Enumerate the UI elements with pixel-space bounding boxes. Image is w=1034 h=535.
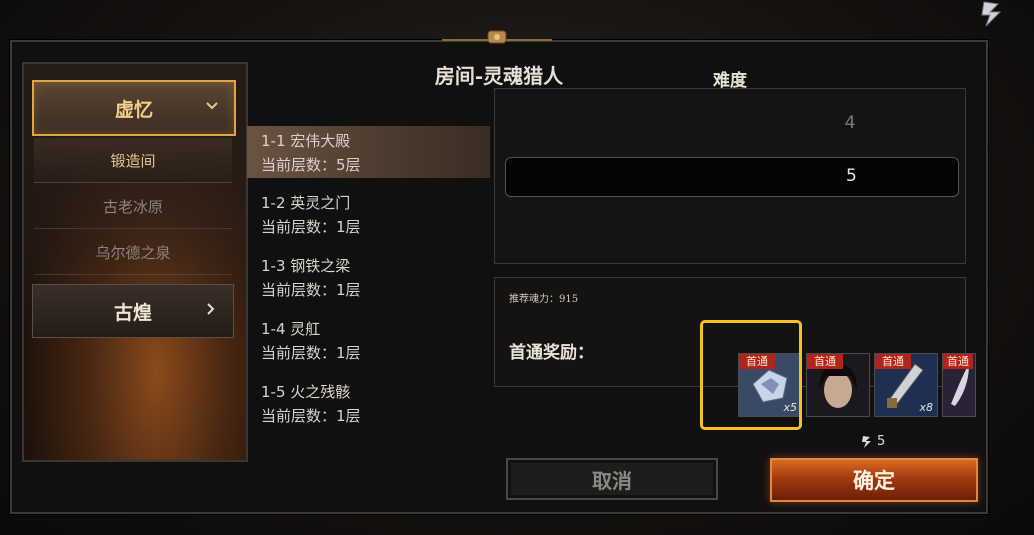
- level-floors: 当前层数：1层: [261, 281, 361, 299]
- region-item-label: 乌尔德之泉: [95, 243, 171, 262]
- level-name: 1-2 英灵之门: [261, 194, 351, 212]
- level-name: 1-4 灵舡: [261, 320, 321, 338]
- difficulty-option[interactable]: 4: [495, 113, 965, 133]
- difficulty-selected-value: 5: [846, 166, 857, 186]
- first-clear-tag: 首通: [875, 354, 911, 369]
- chevron-down-icon: [206, 102, 218, 110]
- region-group-guhuang[interactable]: 古煌: [32, 284, 234, 338]
- reward-item[interactable]: 首通: [942, 353, 976, 417]
- selection-highlight: [700, 320, 802, 430]
- level-item[interactable]: 1-1 宏伟大殿 当前层数：5层: [247, 126, 490, 178]
- difficulty-picker[interactable]: 4 5: [494, 88, 966, 264]
- region-list: 虚忆 锻造间 古老冰原 乌尔德之泉 古煌: [22, 62, 248, 462]
- level-name: 1-3 钢铁之梁: [261, 257, 351, 275]
- level-item[interactable]: 1-4 灵舡 当前层数：1层: [247, 314, 490, 366]
- level-floors: 当前层数：1层: [261, 218, 361, 236]
- level-item[interactable]: 1-2 英灵之门 当前层数：1层: [247, 188, 490, 240]
- region-group-label: 虚忆: [114, 98, 153, 121]
- cancel-button[interactable]: 取消: [506, 458, 718, 500]
- recommended-power: 推荐魂力：915: [509, 294, 579, 305]
- level-name: 1-5 火之残骸: [261, 383, 351, 401]
- reward-item[interactable]: 首通 x8: [874, 353, 938, 417]
- region-group-xuyi[interactable]: 虚忆: [32, 80, 236, 136]
- level-item[interactable]: 1-5 火之残骸 当前层数：1层: [247, 377, 490, 429]
- confirm-button[interactable]: 确定: [770, 458, 978, 502]
- level-floors: 当前层数：5层: [261, 156, 361, 174]
- energy-cost: 5: [860, 434, 885, 449]
- region-item-ancient-icefield[interactable]: 古老冰原: [34, 184, 232, 229]
- chevron-right-icon: [207, 303, 215, 315]
- energy-cost-value: 5: [877, 434, 886, 449]
- region-item-label: 古老冰原: [102, 197, 163, 216]
- lightning-icon: [862, 435, 871, 448]
- region-item-label: 锻造间: [110, 151, 156, 170]
- region-item-urd-spring[interactable]: 乌尔德之泉: [34, 230, 232, 275]
- level-floors: 当前层数：1层: [261, 344, 361, 362]
- region-item-forge[interactable]: 锻造间: [34, 138, 232, 183]
- first-clear-label: 首通奖励：: [509, 343, 594, 363]
- ornament-icon: [442, 30, 552, 44]
- reward-item[interactable]: 首通: [806, 353, 870, 417]
- first-clear-tag: 首通: [807, 354, 843, 369]
- level-floors: 当前层数：1层: [261, 407, 361, 425]
- lightning-icon[interactable]: [978, 0, 1006, 28]
- item-quantity: x8: [919, 401, 933, 414]
- region-group-label: 古煌: [113, 301, 152, 324]
- first-clear-tag: 首通: [943, 354, 973, 369]
- level-name: 1-1 宏伟大殿: [261, 132, 351, 150]
- difficulty-selected[interactable]: 5: [505, 157, 959, 197]
- level-item[interactable]: 1-3 钢铁之梁 当前层数：1层: [247, 251, 490, 303]
